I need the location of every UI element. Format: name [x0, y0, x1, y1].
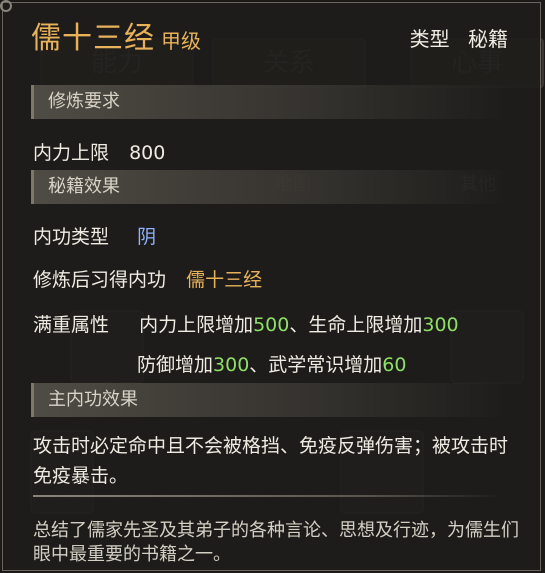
bonus1-text: 内力上限增加 — [139, 314, 254, 336]
bonus2-text: 、生命上限增加 — [289, 314, 423, 336]
requirement-value: 800 — [129, 142, 166, 164]
divider — [33, 495, 503, 497]
item-grade: 甲级 — [161, 29, 201, 53]
max-stats-row: 满重属性 内力上限增加500、生命上限增加300 — [33, 310, 459, 337]
bonus4-value: 60 — [382, 354, 407, 376]
section-requirements-header: 修炼要求 — [31, 85, 511, 119]
learn-label: 修炼后习得内功 — [33, 269, 167, 291]
main-effect-description: 攻击时必定命中且不会被格挡、免疫反弹伤害；被攻击时免疫暴击。 — [33, 435, 509, 487]
item-name: 儒十三经 — [31, 21, 155, 56]
learn-row: 修炼后习得内功 儒十三经 — [33, 265, 262, 292]
item-type-value: 秘籍 — [468, 27, 508, 51]
requirement-label: 内力上限 — [33, 142, 110, 164]
internal-type-row: 内功类型 阴 — [33, 222, 156, 249]
max-stats-label: 满重属性 — [33, 314, 110, 336]
item-tooltip: 儒十三经 甲级 类型 秘籍 修炼要求 内力上限 800 秘籍效果 内功类型 阴 … — [0, 0, 541, 571]
bonus3-text: 防御增加 — [137, 354, 214, 376]
learn-value: 儒十三经 — [186, 269, 263, 291]
item-type-label: 类型 — [409, 27, 450, 51]
requirement-row: 内力上限 800 — [33, 138, 165, 165]
item-type: 类型 秘籍 — [410, 23, 508, 52]
bonus4-text: 、武学常识增加 — [249, 354, 383, 376]
section-main-effect-header: 主内功效果 — [31, 383, 511, 417]
section-effects-header: 秘籍效果 — [31, 170, 511, 204]
lore-text: 总结了儒家先圣及其弟子的各种言论、思想及行迹，为儒生们眼中最重要的书籍之一。 — [33, 520, 519, 565]
internal-type-label: 内功类型 — [33, 226, 110, 248]
bonus2-value: 300 — [422, 314, 459, 336]
max-stats-row-2: 防御增加300、武学常识增加60 — [137, 350, 406, 377]
bonus3-value: 300 — [213, 354, 250, 376]
item-title: 儒十三经 甲级 — [31, 13, 201, 57]
bonus1-value: 500 — [253, 314, 290, 336]
internal-type-value: 阴 — [137, 226, 157, 248]
